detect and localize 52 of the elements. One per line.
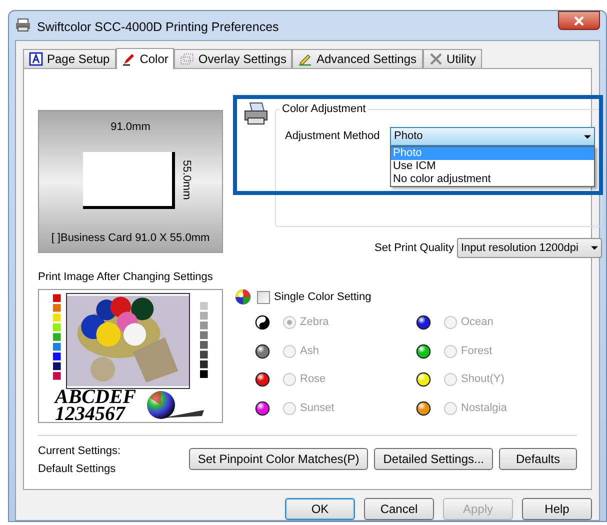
close-button[interactable]	[558, 11, 600, 30]
single-color-checkbox[interactable]	[257, 290, 270, 304]
caret-icon	[591, 246, 598, 250]
button[interactable]: Cancel	[364, 498, 434, 520]
section-label: Print Image After Changing Settings	[38, 270, 214, 285]
group-title: Color Adjustment	[280, 101, 368, 118]
sample-text: ABCDEF	[55, 388, 136, 406]
quality-dropdown[interactable]: Input resolution 1200dpi	[457, 238, 602, 258]
tab[interactable]: Overlay Settings	[174, 49, 292, 68]
pen-icon	[122, 52, 136, 66]
color-swatches-icon	[53, 292, 61, 382]
radio-label: Rose	[300, 372, 326, 388]
dropdown-option[interactable]: Use ICM	[391, 160, 594, 173]
pencil-icon	[298, 52, 312, 66]
radio-label: Zebra	[300, 315, 329, 330]
tab[interactable]: Color	[116, 48, 174, 69]
window-title: Swiftcolor SCC-4000D Printing Preferences	[37, 19, 279, 36]
radio-label: Ash	[300, 344, 319, 359]
button[interactable]: Set Pinpoint Color Matches(P)	[188, 448, 368, 470]
field-label: Adjustment Method	[285, 129, 381, 144]
shade-swatches-icon	[200, 300, 208, 380]
settings-label: Current Settings:	[38, 444, 122, 458]
card-caption: [ ]Business Card 91.0 X 55.0mm	[51, 230, 210, 246]
layers-icon	[180, 52, 194, 66]
radio-label: Shout(Y)	[461, 372, 504, 388]
printer-icon	[15, 18, 31, 32]
tab[interactable]: Advanced Settings	[292, 49, 423, 68]
settings-value: Default Settings	[38, 462, 117, 476]
button[interactable]: Help	[522, 498, 592, 520]
tab[interactable]: Utility	[422, 49, 482, 68]
dropdown-option[interactable]: No color adjustment	[391, 173, 594, 186]
button[interactable]: Detailed Settings...	[374, 448, 493, 470]
checkbox-label: Single Color Setting	[274, 290, 372, 305]
color-sphere-icon	[146, 390, 206, 422]
radio-label: Nostalgia	[461, 400, 507, 416]
page-icon	[29, 52, 43, 66]
button[interactable]: Defaults	[499, 448, 577, 470]
method-dropdown[interactable]: Photo	[390, 127, 595, 146]
field-label: Set Print Quality	[374, 240, 454, 256]
caret-icon	[584, 134, 591, 138]
close-icon	[574, 16, 584, 26]
printer-icon	[243, 101, 269, 127]
color-wheel-icon	[235, 289, 251, 306]
sample-text: 1234567	[55, 406, 126, 422]
radio-label: Sunset	[300, 400, 334, 416]
tools-icon	[428, 52, 443, 66]
radio-label: Forest	[461, 344, 492, 359]
width-label: 91.0mm	[110, 120, 150, 135]
tab[interactable]: Page Setup	[23, 49, 116, 68]
button[interactable]: OK	[285, 498, 355, 520]
radio-label: Ocean	[461, 315, 494, 330]
height-label: 55.0mm	[180, 160, 192, 200]
